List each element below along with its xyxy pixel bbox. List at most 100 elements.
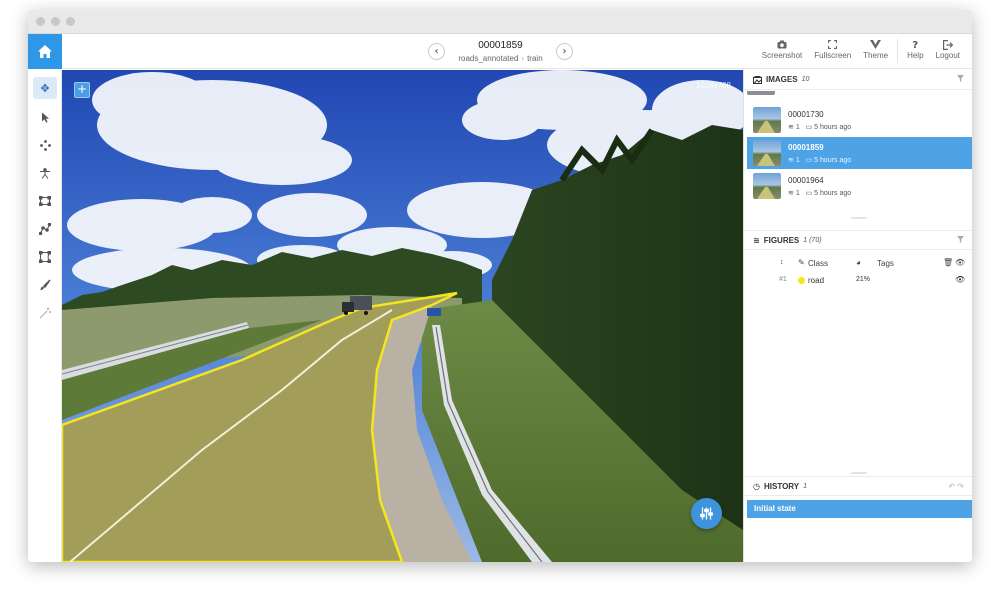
class-column-header[interactable]: Class xyxy=(808,259,828,268)
image-name: 00001730 xyxy=(788,109,824,119)
camera-icon xyxy=(777,40,787,51)
figures-icon: ≋ xyxy=(753,235,760,245)
move-tool[interactable]: ✥ xyxy=(33,77,57,99)
fullscreen-button[interactable]: Fullscreen xyxy=(808,34,857,60)
undo-redo-icons[interactable]: ↶ ↷ xyxy=(948,482,964,491)
images-icon xyxy=(753,75,762,84)
sort-icon[interactable]: ↕ xyxy=(780,259,784,266)
figure-area: 21% xyxy=(856,276,871,283)
filter-icon[interactable] xyxy=(957,236,964,245)
image-resolution-label: 1024x768 xyxy=(695,81,731,90)
calendar-icon: ▭ xyxy=(805,189,813,197)
breadcrumb-dataset[interactable]: train xyxy=(527,54,543,63)
panel-resize-handle[interactable] xyxy=(851,217,867,219)
chevron-right-icon: › xyxy=(562,46,567,57)
image-time: 5 hours ago xyxy=(814,189,852,197)
image-list-item-selected[interactable]: 00001859 ≋ 1 ▭ 5 hours ago xyxy=(747,137,972,169)
window-close-dot[interactable] xyxy=(36,17,45,26)
screenshot-label: Screenshot xyxy=(761,51,803,60)
brush-tool[interactable] xyxy=(33,274,57,296)
top-bar: ‹ 00001859 roads_annotated › train › Scree… xyxy=(28,34,972,69)
eye-icon[interactable]: 👁 xyxy=(955,275,965,284)
points-icon xyxy=(39,139,51,151)
calendar-icon: ▭ xyxy=(805,156,813,164)
move-icon: ✥ xyxy=(40,81,50,95)
image-title: 00001859 xyxy=(478,40,523,51)
tags-column-header[interactable]: Tags xyxy=(877,259,894,268)
layers-icon: ≋ xyxy=(788,189,794,197)
image-canvas[interactable]: + 1024x768 xyxy=(62,70,743,562)
images-panel-header: IMAGES 10 xyxy=(744,70,972,90)
history-item[interactable]: Initial state xyxy=(747,500,972,518)
image-thumbnail xyxy=(753,173,781,199)
add-button[interactable]: + xyxy=(74,82,90,98)
history-panel-header: ◷ HISTORY 1 ↶ ↷ xyxy=(744,476,972,496)
calendar-icon: ▭ xyxy=(805,123,813,131)
rectangle-icon xyxy=(39,196,51,206)
image-navigation: ‹ 00001859 roads_annotated › train › xyxy=(428,34,573,69)
figure-count: 1 xyxy=(795,123,800,131)
polygon-tool[interactable] xyxy=(33,246,57,268)
image-name: 00001859 xyxy=(788,142,824,152)
eye-icon[interactable]: 👁 xyxy=(955,258,965,267)
road-photo xyxy=(62,70,743,562)
home-button[interactable] xyxy=(28,34,62,69)
filter-icon[interactable] xyxy=(957,75,964,84)
figures-panel-title: FIGURES xyxy=(763,235,800,245)
image-settings-button[interactable] xyxy=(691,498,722,529)
right-panel: IMAGES 10 00001730 ≋ 1 ▭ 5 hours ago 000… xyxy=(743,70,972,562)
images-count: 10 xyxy=(801,76,810,83)
theme-icon xyxy=(870,40,882,51)
brush-icon xyxy=(40,279,51,290)
help-button[interactable]: ? Help xyxy=(901,34,929,60)
pointer-icon xyxy=(41,112,49,123)
history-count: 1 xyxy=(803,482,808,490)
logout-label: Logout xyxy=(935,51,960,60)
points-tool[interactable] xyxy=(33,134,57,156)
header-tools: Screenshot Fullscreen Theme ? Help Logou… xyxy=(756,34,966,69)
next-image-button[interactable]: › xyxy=(556,43,573,60)
screenshot-button[interactable]: Screenshot xyxy=(756,34,808,60)
window-minimize-dot[interactable] xyxy=(51,17,60,26)
breadcrumb-project[interactable]: roads_annotated xyxy=(458,54,518,63)
image-name: 00001964 xyxy=(788,175,824,185)
smart-tool[interactable] xyxy=(33,302,57,324)
help-label: Help xyxy=(907,51,924,60)
images-panel-title: IMAGES xyxy=(766,75,798,84)
skeleton-icon xyxy=(40,167,50,179)
pencil-icon: ✎ xyxy=(798,258,805,267)
class-color-dot xyxy=(798,277,805,284)
polyline-tool[interactable] xyxy=(33,218,57,240)
image-thumbnail xyxy=(753,107,781,133)
skeleton-tool[interactable] xyxy=(33,162,57,184)
trash-icon[interactable]: 🗑 xyxy=(943,258,953,267)
history-icon: ◷ xyxy=(753,481,760,491)
header-divider xyxy=(897,39,899,63)
history-panel-title: HISTORY xyxy=(763,481,800,491)
figures-count: 1 (70) xyxy=(803,236,822,244)
logout-button[interactable]: Logout xyxy=(930,34,966,60)
pointer-tool[interactable] xyxy=(33,106,57,128)
image-time: 5 hours ago xyxy=(814,156,852,164)
window-maximize-dot[interactable] xyxy=(66,17,75,26)
figure-row[interactable]: #1 road 21% 👁 xyxy=(744,274,972,288)
image-thumbnail xyxy=(753,140,781,166)
theme-button[interactable]: Theme xyxy=(857,34,894,60)
fullscreen-label: Fullscreen xyxy=(814,51,852,60)
figure-count: 1 xyxy=(795,189,800,197)
image-list-item[interactable]: 00001964 ≋ 1 ▭ 5 hours ago xyxy=(747,170,972,202)
image-list-item[interactable]: 00001730 ≋ 1 ▭ 5 hours ago xyxy=(747,104,972,136)
layers-icon: ≋ xyxy=(788,156,794,164)
figure-index: #1 xyxy=(779,276,787,283)
layers-icon: ≋ xyxy=(788,123,794,131)
help-icon: ? xyxy=(912,40,919,51)
rectangle-tool[interactable] xyxy=(33,190,57,212)
figures-columns: ↕ ✎ Class ◕ Tags 🗑 👁 xyxy=(744,256,972,271)
app-window: ‹ 00001859 roads_annotated › train › Scree… xyxy=(28,10,972,562)
figures-panel-header: ≋ FIGURES 1 (70) xyxy=(744,230,972,250)
polyline-icon xyxy=(39,223,51,235)
panel-resize-handle[interactable] xyxy=(851,472,867,474)
breadcrumb: roads_annotated › train xyxy=(428,54,573,63)
sliders-icon xyxy=(700,507,713,520)
logout-icon xyxy=(942,40,954,51)
